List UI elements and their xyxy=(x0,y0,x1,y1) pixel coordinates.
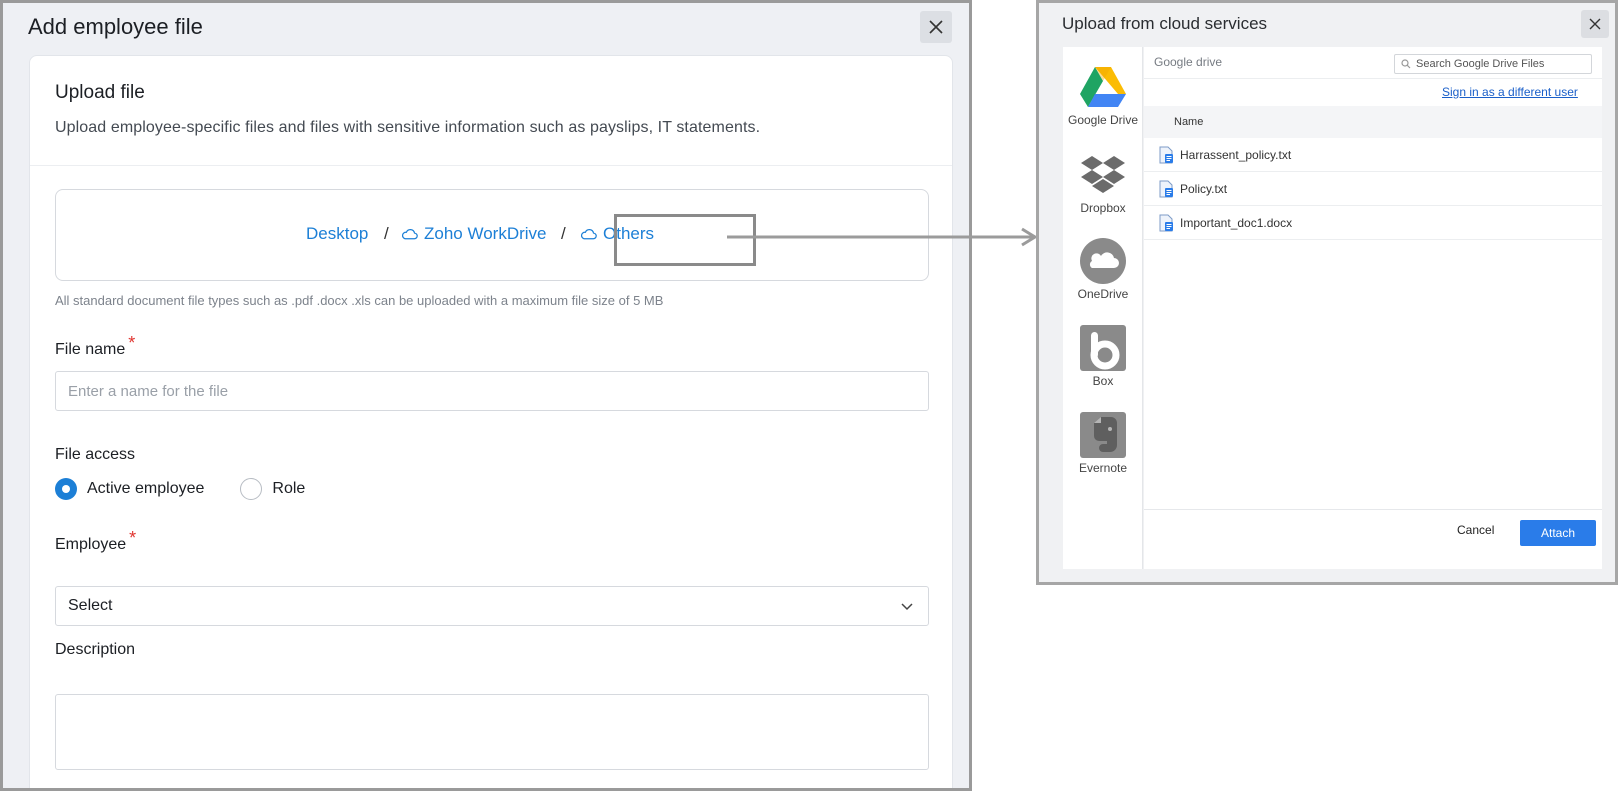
employee-label: Employee * xyxy=(55,528,136,554)
employee-select-value: Select xyxy=(68,597,113,614)
file-name: Harrassent_policy.txt xyxy=(1180,147,1292,162)
service-label: Dropbox xyxy=(1080,201,1126,215)
upload-card: Upload file Upload employee-specific fil… xyxy=(29,55,953,788)
close-icon xyxy=(929,20,943,34)
service-dropbox[interactable]: Dropbox xyxy=(1063,151,1143,215)
box-icon xyxy=(1079,324,1127,372)
cloud-icon xyxy=(401,229,418,240)
file-row[interactable]: Policy.txt xyxy=(1144,172,1602,206)
desktop-link-label: Desktop xyxy=(306,224,369,243)
zoho-workdrive-link[interactable]: Zoho WorkDrive xyxy=(401,224,547,244)
description-textarea[interactable] xyxy=(55,694,929,770)
upload-description: Upload employee-specific files and files… xyxy=(55,119,761,136)
search-icon xyxy=(1401,59,1411,69)
role-label[interactable]: Role xyxy=(272,480,305,498)
document-file-icon xyxy=(1159,180,1173,197)
desktop-link[interactable]: Desktop xyxy=(306,224,368,244)
file-type-hint: All standard document file types such as… xyxy=(55,293,664,308)
employee-select[interactable]: Select xyxy=(55,586,929,626)
add-employee-file-panel: Add employee file Upload file Upload emp… xyxy=(0,0,972,791)
cloud-icon xyxy=(580,229,597,240)
description-label: Description xyxy=(55,641,136,658)
footer-divider xyxy=(1144,509,1602,510)
chevron-down-icon xyxy=(901,603,913,611)
onedrive-icon xyxy=(1079,237,1127,285)
column-header-name[interactable]: Name xyxy=(1174,116,1203,128)
others-highlight-box xyxy=(614,214,756,266)
source-separator: / xyxy=(384,224,389,243)
search-box[interactable] xyxy=(1394,54,1592,74)
search-input[interactable] xyxy=(1416,58,1586,70)
upload-source-box: Desktop / Zoho WorkDrive / Others xyxy=(55,189,929,281)
service-label: Box xyxy=(1092,374,1114,388)
file-name: Policy.txt xyxy=(1180,181,1228,196)
divider xyxy=(1144,78,1602,79)
panel-title: Add employee file xyxy=(28,14,203,39)
service-google-drive[interactable]: Google Drive xyxy=(1063,63,1143,127)
google-drive-icon xyxy=(1079,63,1127,111)
dropbox-icon xyxy=(1079,151,1127,199)
employee-label-text: Employee xyxy=(55,536,127,553)
source-separator: / xyxy=(561,224,566,243)
dialog-title: Upload from cloud services xyxy=(1062,14,1268,33)
file-name-input[interactable] xyxy=(55,371,929,411)
service-label: Google Drive xyxy=(1067,113,1139,127)
required-mark: * xyxy=(128,333,136,353)
close-button[interactable] xyxy=(920,11,952,43)
service-box[interactable]: Box xyxy=(1063,324,1143,388)
dialog-close-button[interactable] xyxy=(1581,10,1609,38)
zoho-workdrive-label: Zoho WorkDrive xyxy=(424,224,547,243)
table-header: Name xyxy=(1144,106,1602,138)
file-name-label-text: File name xyxy=(55,341,126,358)
active-employee-radio[interactable] xyxy=(55,478,77,500)
service-label: OneDrive xyxy=(1077,287,1129,301)
sign-in-different-user-link[interactable]: Sign in as a different user xyxy=(1442,85,1578,99)
service-onedrive[interactable]: OneDrive xyxy=(1063,237,1143,301)
evernote-icon xyxy=(1079,411,1127,459)
file-access-label: File access xyxy=(55,446,136,463)
services-sidebar: Google Drive Dropbox OneDrive Box Everno… xyxy=(1063,47,1143,569)
document-file-icon xyxy=(1159,214,1173,231)
file-row[interactable]: Harrassent_policy.txt xyxy=(1144,138,1602,172)
file-name-label: File name * xyxy=(55,333,135,359)
attach-button[interactable]: Attach xyxy=(1520,520,1596,546)
required-mark: * xyxy=(129,528,137,548)
file-browser: Google drive Sign in as a different user… xyxy=(1144,47,1602,569)
document-file-icon xyxy=(1159,146,1173,163)
service-label: Evernote xyxy=(1078,461,1128,475)
role-radio[interactable] xyxy=(240,478,263,500)
cancel-button[interactable]: Cancel xyxy=(1457,523,1494,537)
upload-title: Upload file xyxy=(55,82,145,103)
service-evernote[interactable]: Evernote xyxy=(1063,411,1143,475)
file-access-options: Active employee Role xyxy=(55,478,305,500)
file-name: Important_doc1.docx xyxy=(1180,215,1293,230)
close-icon xyxy=(1589,18,1601,30)
cloud-services-dialog: Upload from cloud services Google Drive xyxy=(1036,0,1618,585)
file-row[interactable]: Important_doc1.docx xyxy=(1144,206,1602,240)
active-employee-label[interactable]: Active employee xyxy=(87,480,204,498)
card-header: Upload file Upload employee-specific fil… xyxy=(30,56,952,166)
breadcrumb: Google drive xyxy=(1154,55,1223,69)
